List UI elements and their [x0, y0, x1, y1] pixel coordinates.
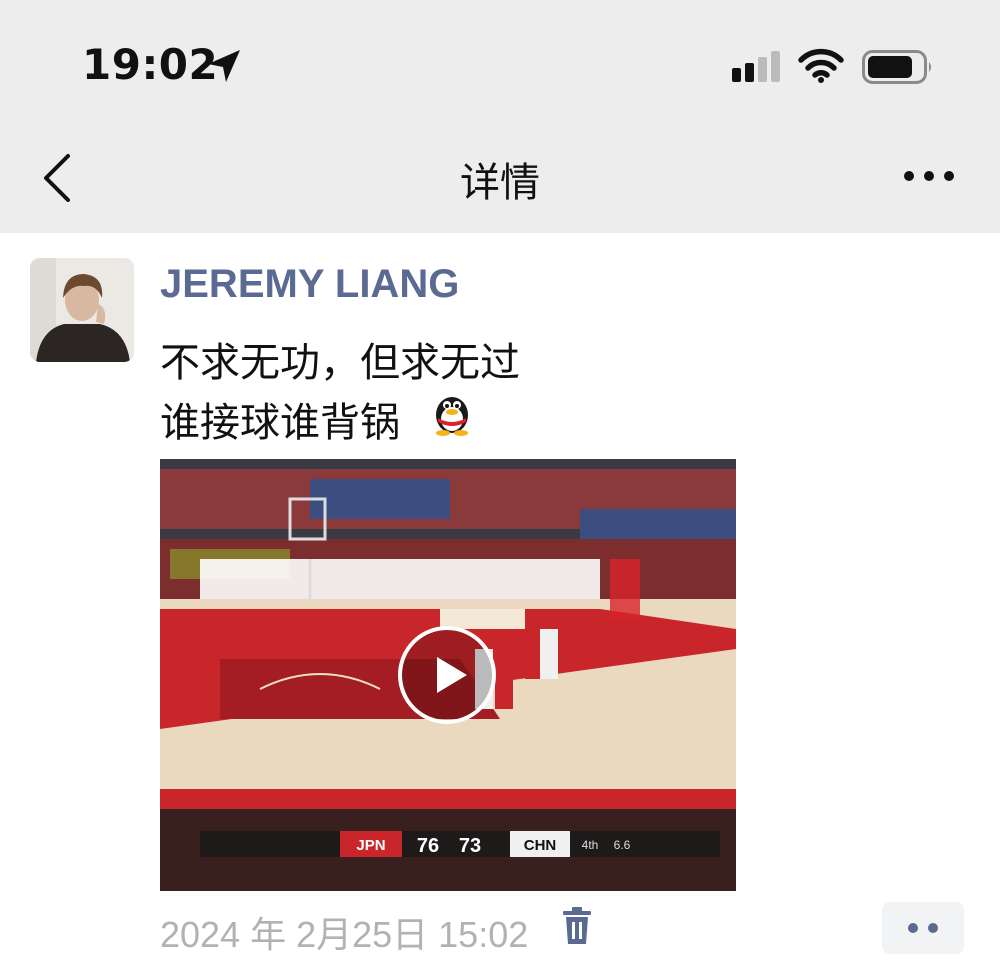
comment-dots-icon [908, 923, 938, 933]
post-text-line: 谁接球谁背锅 [160, 400, 400, 446]
comment-button[interactable] [882, 902, 964, 954]
wifi-icon [798, 48, 844, 83]
top-bar: 19:02 详情 [0, 0, 1000, 233]
post-text-line: 不求无功，但求无过 [160, 340, 520, 386]
battery-icon [862, 50, 931, 84]
score-left: 76 [417, 835, 439, 857]
more-dots-icon[interactable] [902, 166, 956, 186]
author-name[interactable]: JEREMY LIANG [160, 262, 459, 307]
play-icon[interactable] [397, 625, 497, 725]
trash-icon[interactable] [560, 906, 594, 946]
score-period: 4th [582, 838, 599, 852]
qq-penguin-emoji [436, 397, 468, 436]
avatar[interactable] [30, 258, 134, 362]
score-right: 73 [459, 835, 481, 857]
cellular-signal-icon [732, 51, 780, 82]
score-team-left: JPN [356, 837, 385, 854]
post-timestamp: 2024 年 2月25日 15:02 [160, 914, 529, 955]
page-title: 详情 [460, 160, 540, 206]
video-thumbnail[interactable]: JPN 76 73 CHN 4th 6.6 [160, 459, 736, 891]
score-team-right: CHN [524, 837, 557, 854]
location-arrow-icon [208, 50, 240, 82]
score-clock: 6.6 [614, 838, 631, 852]
status-time: 19:02 [82, 40, 219, 89]
